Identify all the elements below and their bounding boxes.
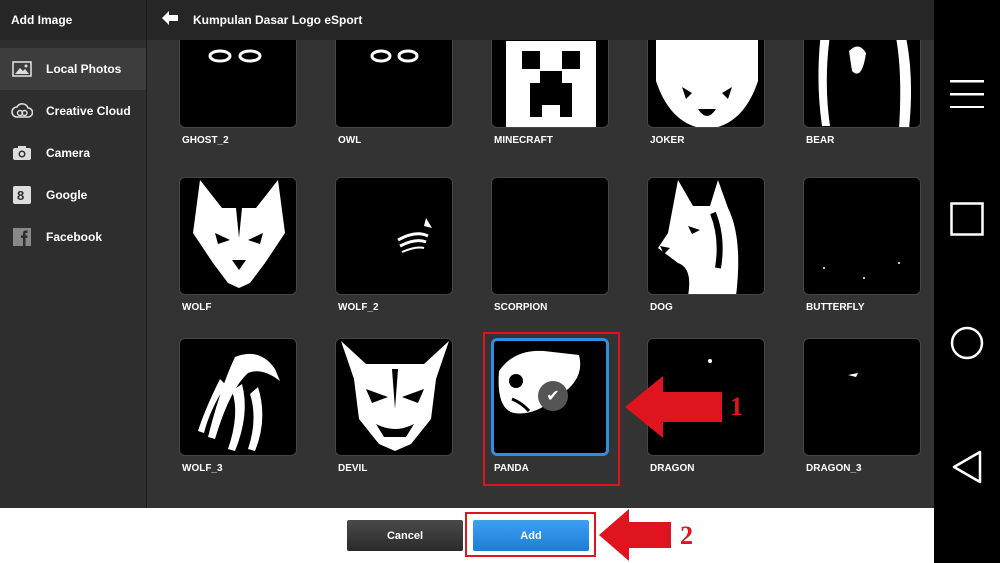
thumbnail: [803, 338, 921, 456]
sidebar-title: Add Image: [0, 0, 146, 40]
grid-item-dragon-3[interactable]: DRAGON_3: [803, 338, 923, 474]
grid-item-devil[interactable]: DEVIL: [335, 338, 455, 474]
grid-item-label: SCORPION: [494, 302, 548, 313]
sidebar-item-label: Local Photos: [46, 62, 122, 76]
grid-item-label: WOLF_2: [338, 302, 379, 313]
grid-item-dog[interactable]: DOG: [647, 177, 767, 313]
menu-icon: [950, 80, 984, 113]
facebook-icon: [11, 227, 33, 247]
sidebar-item-facebook[interactable]: Facebook: [0, 216, 146, 258]
sidebar-item-label: Google: [46, 188, 88, 202]
creative-cloud-icon: [11, 101, 33, 121]
thumbnail: [491, 40, 609, 128]
camera-icon: [11, 143, 33, 163]
system-nav-bar: [934, 0, 1000, 563]
sidebar-item-creative-cloud[interactable]: Creative Cloud: [0, 90, 146, 132]
photo-icon: [11, 59, 33, 79]
sidebar-item-label: Camera: [46, 146, 91, 160]
sidebar-item-label: Facebook: [46, 230, 103, 244]
thumbnail: [803, 177, 921, 295]
grid-item-minecraft[interactable]: MINECRAFT: [491, 40, 611, 146]
grid-item-label: DRAGON_3: [806, 463, 862, 474]
page-title: Kumpulan Dasar Logo eSport: [193, 13, 363, 27]
grid-item-owl[interactable]: OWL: [335, 40, 455, 146]
thumbnail: [179, 177, 297, 295]
annotation-arrow-1: [625, 376, 722, 438]
grid-item-wolf[interactable]: WOLF: [179, 177, 299, 313]
back-button[interactable]: [147, 0, 193, 40]
thumbnail: [335, 177, 453, 295]
recent-apps-button[interactable]: [934, 202, 1000, 241]
grid-item-butterfly[interactable]: BUTTERFLY: [803, 177, 923, 313]
home-icon: [950, 326, 984, 365]
thumbnail: [179, 40, 297, 128]
google-icon: 8: [11, 185, 33, 205]
thumbnail: [803, 40, 921, 128]
grid-item-label: BEAR: [806, 135, 835, 146]
grid-item-joker[interactable]: JOKER: [647, 40, 767, 146]
grid-item-wolf-2[interactable]: WOLF_2: [335, 177, 455, 313]
grid-item-ghost-2[interactable]: GHOST_2: [179, 40, 299, 146]
grid-item-label: WOLF: [182, 302, 212, 313]
sidebar-item-local-photos[interactable]: Local Photos: [0, 48, 146, 90]
sidebar-item-label: Creative Cloud: [46, 104, 131, 118]
header-bar: Kumpulan Dasar Logo eSport: [147, 0, 934, 40]
grid-item-label: DEVIL: [338, 463, 368, 474]
sidebar-item-google[interactable]: 8 Google: [0, 174, 146, 216]
annotation-highlight-panda: [483, 332, 620, 486]
grid-item-bear[interactable]: BEAR: [803, 40, 923, 146]
thumbnail: [335, 338, 453, 456]
svg-text:8: 8: [17, 188, 24, 203]
grid-item-label: WOLF_3: [182, 463, 223, 474]
back-arrow-icon: [162, 10, 178, 30]
recent-apps-icon: [950, 202, 984, 241]
annotation-number-2: 2: [680, 521, 693, 550]
thumbnail: [335, 40, 453, 128]
sidebar-item-camera[interactable]: Camera: [0, 132, 146, 174]
sidebar: Add Image Local Photos Creative Cloud Ca…: [0, 0, 147, 508]
grid-item-label: DRAGON: [650, 463, 695, 474]
grid-item-label: BUTTERFLY: [806, 302, 865, 313]
grid-item-label: DOG: [650, 302, 673, 313]
back-icon: [952, 450, 982, 489]
thumbnail: [647, 177, 765, 295]
grid-item-wolf-3[interactable]: WOLF_3: [179, 338, 299, 474]
grid-item-label: OWL: [338, 135, 362, 146]
grid-item-label: GHOST_2: [182, 135, 229, 146]
annotation-number-1: 1: [730, 392, 743, 421]
thumbnail: [179, 338, 297, 456]
grid-item-label: JOKER: [650, 135, 685, 146]
home-button[interactable]: [934, 326, 1000, 365]
cancel-button[interactable]: Cancel: [347, 520, 463, 551]
thumbnail: [647, 40, 765, 128]
grid-item-scorpion[interactable]: SCORPION: [491, 177, 611, 313]
system-back-button[interactable]: [934, 450, 1000, 489]
grid-item-label: MINECRAFT: [494, 135, 553, 146]
annotation-arrow-2: [599, 509, 671, 561]
annotation-highlight-add: [465, 512, 596, 557]
app-window: Add Image Local Photos Creative Cloud Ca…: [0, 0, 1000, 563]
thumbnail: [491, 177, 609, 295]
menu-button[interactable]: [934, 80, 1000, 113]
